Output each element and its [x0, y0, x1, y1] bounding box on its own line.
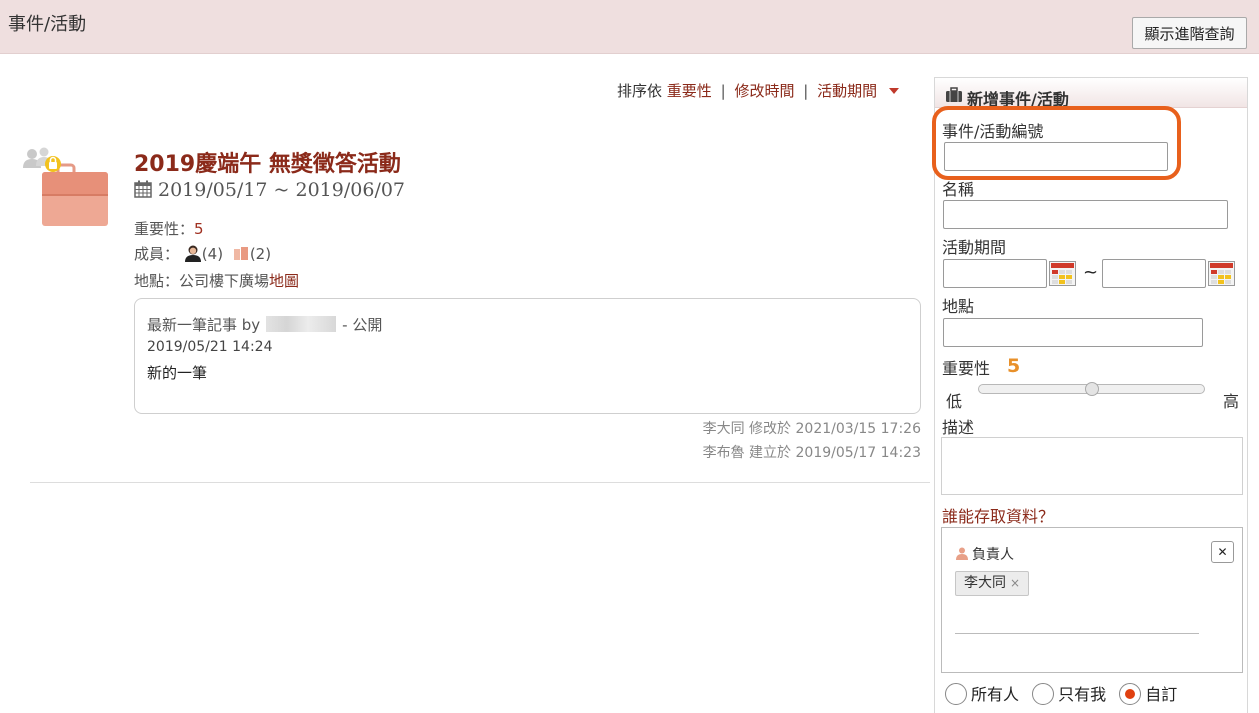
remove-chip-icon[interactable]: × [1010, 576, 1020, 590]
period-label: 活動期間 [942, 238, 1007, 257]
map-link[interactable]: 地圖 [269, 272, 299, 290]
slider-low-label: 低 [946, 392, 963, 411]
members-people-count[interactable]: (4) [202, 245, 223, 263]
radio-only-me[interactable]: 只有我 [1032, 681, 1106, 705]
created-info: 李布魯 建立於 2019/05/17 14:23 [702, 445, 921, 461]
access-control-box: 負責人 ✕ 李大同 × [941, 527, 1243, 673]
name-input[interactable] [943, 200, 1228, 229]
description-textarea[interactable] [941, 437, 1243, 495]
modified-info: 李大同 修改於 2021/03/15 17:26 [702, 421, 921, 437]
sort-by-importance-link[interactable]: 重要性 [667, 82, 712, 100]
period-start-input[interactable] [943, 259, 1047, 288]
event-id-label: 事件/活動編號 [942, 122, 1044, 141]
event-briefcase-icon [23, 147, 108, 226]
description-label: 描述 [942, 418, 975, 437]
note-time: 2019/05/21 14:24 [147, 339, 273, 355]
show-advanced-search-button[interactable]: 顯示進階查詢 [1132, 17, 1247, 49]
panel-header: 新增事件/活動 [935, 78, 1247, 109]
owner-label-row: 負責人 [956, 544, 1014, 564]
owner-label: 負責人 [972, 547, 1014, 563]
location-label: 地點 [942, 297, 975, 316]
note-header: 最新一筆記事 by - 公開 [147, 314, 382, 335]
note-visibility: - 公開 [342, 316, 383, 334]
radio-label: 所有人 [971, 685, 1020, 704]
event-dates: 2019/05/17 ~ 2019/06/07 [134, 179, 405, 201]
owner-search-input[interactable] [955, 633, 1199, 634]
briefcase-icon [946, 87, 962, 102]
end-calendar-icon[interactable] [1208, 261, 1235, 286]
importance-value: 5 [194, 220, 204, 238]
person-avatar-icon[interactable] [184, 244, 202, 262]
sort-desc-caret-icon[interactable] [888, 87, 899, 94]
sort-separator: | [803, 82, 809, 100]
access-control-link[interactable]: 誰能存取資料？ [942, 503, 1054, 527]
new-event-panel: 新增事件/活動 事件/活動編號 名稱 活動期間 ~ 地點 重要性 5 低 高 描… [934, 77, 1248, 713]
sort-by-modified-link[interactable]: 修改時間 [734, 82, 794, 100]
radio-circle[interactable] [1032, 683, 1055, 705]
note-content: 新的一筆 [147, 364, 208, 382]
calendar-icon [134, 180, 152, 198]
radio-everyone[interactable]: 所有人 [945, 681, 1019, 705]
event-title-link[interactable]: 2019慶端午 無獎徵答活動 [134, 146, 401, 178]
top-bar: 事件/活動 顯示進階查詢 [0, 0, 1259, 54]
panel-title: 新增事件/活動 [967, 90, 1069, 109]
access-radio-group: 所有人 只有我 自訂 [945, 681, 1185, 705]
close-owner-button[interactable]: ✕ [1211, 541, 1234, 563]
owner-chip-label: 李大同 [964, 575, 1006, 591]
members-group-count[interactable]: (2) [250, 245, 271, 263]
importance-slider-handle[interactable] [1084, 382, 1099, 396]
group-icon[interactable] [232, 244, 250, 262]
blurred-author-name [266, 316, 337, 332]
importance-label: 重要性 [942, 359, 991, 378]
radio-custom[interactable]: 自訂 [1119, 681, 1177, 705]
sort-by-period-link[interactable]: 活動期間 [817, 82, 877, 100]
sort-prefix: 排序依 [617, 82, 663, 100]
sort-bar: 排序依 重要性 | 修改時間 | 活動期間 [617, 80, 899, 101]
members-row: 成員： (4) (2) [134, 243, 271, 264]
event-id-input[interactable] [944, 142, 1168, 171]
radio-label: 只有我 [1058, 685, 1107, 704]
list-divider [30, 482, 930, 483]
radio-circle[interactable] [1119, 683, 1142, 705]
importance-label: 重要性： [134, 220, 195, 238]
radio-label: 自訂 [1145, 685, 1178, 704]
radio-circle[interactable] [945, 683, 967, 705]
location-label: 地點： [134, 272, 180, 290]
sort-separator: | [720, 82, 726, 100]
slider-high-label: 高 [1223, 392, 1240, 411]
importance-value: 5 [1007, 355, 1021, 377]
members-label: 成員： [134, 245, 180, 263]
event-date-range: 2019/05/17 ~ 2019/06/07 [158, 179, 406, 201]
location-row: 地點：公司樓下廣場地圖 [134, 270, 299, 291]
location-value: 公司樓下廣場 [179, 272, 270, 290]
latest-note-card: 最新一筆記事 by - 公開 2019/05/21 14:24 新的一筆 [134, 298, 921, 414]
start-calendar-icon[interactable] [1049, 261, 1076, 286]
person-icon [956, 547, 968, 560]
note-header-prefix: 最新一筆記事 by [147, 316, 261, 334]
importance-row: 重要性：5 [134, 218, 204, 239]
owner-chip: 李大同 × [955, 571, 1030, 596]
location-input[interactable] [943, 318, 1203, 347]
name-label: 名稱 [942, 180, 975, 199]
page-title: 事件/活動 [8, 14, 87, 35]
period-tilde: ~ [1083, 262, 1099, 283]
period-end-input[interactable] [1102, 259, 1206, 288]
